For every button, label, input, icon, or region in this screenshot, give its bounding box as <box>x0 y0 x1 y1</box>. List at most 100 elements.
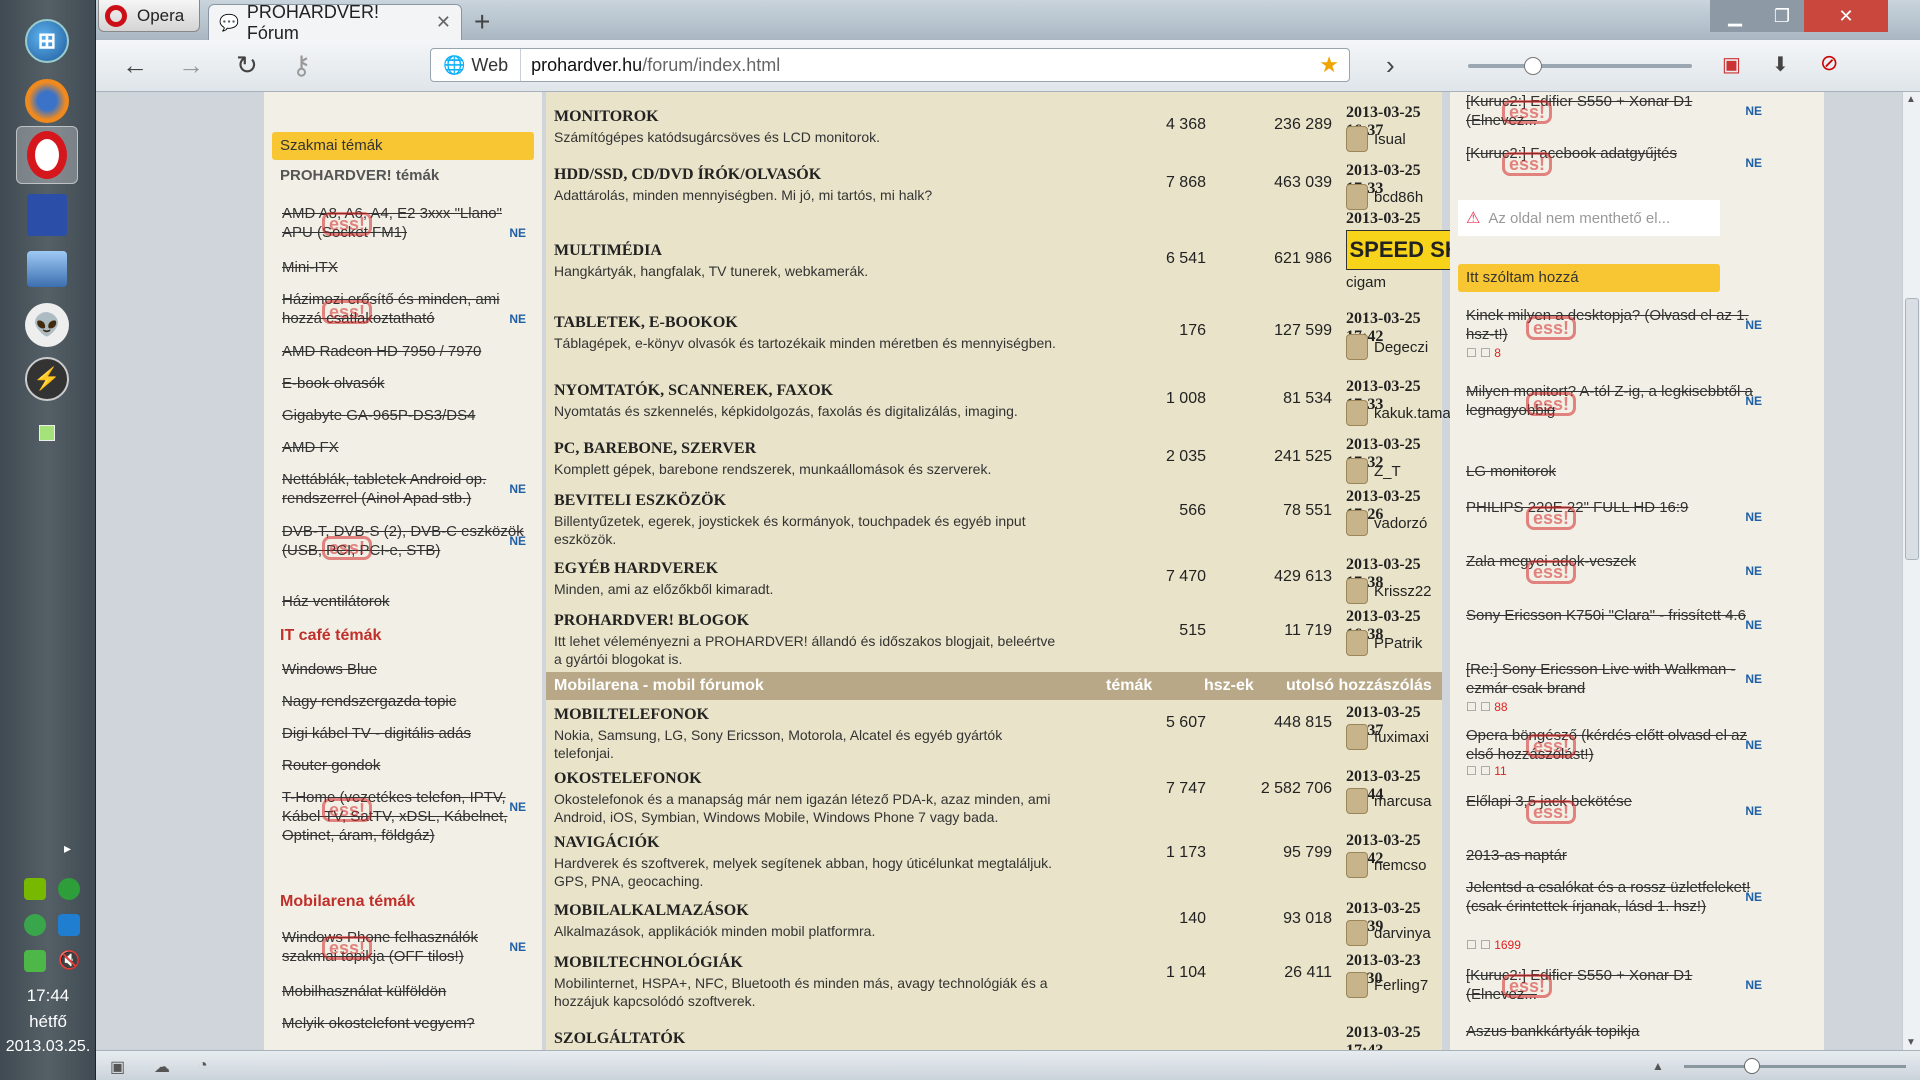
taskbar-firefox[interactable] <box>16 72 78 130</box>
commented-topic[interactable]: 2013-as naptár <box>1466 846 1762 865</box>
commented-topic[interactable]: [Kuruc2:] Edifier S550 + Xonar D1 (Elnev… <box>1466 966 1762 1004</box>
itt-szoltam-header[interactable]: Itt szóltam hozzá <box>1458 264 1720 292</box>
tab-prohardver[interactable]: 💬 PROHARDVER! Fórum ✕ <box>208 2 462 43</box>
forum-title[interactable]: PC, BAREBONE, SZERVER <box>554 440 756 458</box>
sidebar-topic[interactable]: Nagy rendszergazda topic <box>282 692 526 711</box>
tray-expand-icon[interactable]: ▸ <box>64 840 71 857</box>
close-tab-icon[interactable]: ✕ <box>436 12 451 33</box>
taskbar-winamp[interactable]: ⚡ <box>16 350 78 408</box>
forum-title[interactable]: MOBILALKALMAZÁSOK <box>554 902 749 920</box>
commented-topic[interactable]: Aszus bankkártyák topikja <box>1466 1022 1762 1041</box>
minimize-button[interactable]: ▁ <box>1710 0 1760 32</box>
commented-topic[interactable]: Milyen monitort? A-tól Z-ig, a legkisebb… <box>1466 382 1762 420</box>
sidebar-topic[interactable]: Router gondok <box>282 756 526 775</box>
statusbar-zoom-knob[interactable] <box>1744 1058 1760 1074</box>
sidebar-topic[interactable]: Melyik okostelefont vegyem? <box>282 1014 526 1033</box>
sidebar-topic[interactable]: Mobilhasználat külföldön <box>282 982 526 1001</box>
sidebar-topic[interactable]: Mini-ITX <box>282 258 526 277</box>
last-post-user[interactable]: Degeczi <box>1346 334 1428 360</box>
commented-topic[interactable]: LG monitorok <box>1466 462 1762 481</box>
speaker-muted-icon[interactable]: 🔇 <box>58 950 80 972</box>
new-tab-button[interactable]: + <box>474 6 490 38</box>
scroll-up-arrow-icon[interactable]: ▲ <box>1906 94 1916 105</box>
start-button[interactable]: ⊞ <box>16 12 78 70</box>
last-post-user[interactable]: Krissz22 <box>1346 578 1432 604</box>
last-post-user[interactable]: vadorzó <box>1346 510 1427 536</box>
forum-title[interactable]: TABLETEK, E-BOOKOK <box>554 314 738 332</box>
taskbar-floppy[interactable] <box>16 186 78 244</box>
sidebar-topic[interactable]: E-book olvasók <box>282 374 526 393</box>
sidebar-topic[interactable]: Windows Blue <box>282 660 526 679</box>
last-post-user[interactable]: marcusa <box>1346 788 1432 814</box>
taskbar-opera[interactable] <box>16 126 78 184</box>
szakmai-temak-header[interactable]: Szakmai témák <box>272 132 534 160</box>
zoom-slider[interactable] <box>1468 57 1692 75</box>
forum-title[interactable]: SZOLGÁLTATÓK <box>554 1030 685 1048</box>
sidebar-topic[interactable]: Windows Phone felhasználók szakmai topik… <box>282 928 526 966</box>
download-icon[interactable]: ⬇ <box>1772 52 1789 77</box>
address-bar[interactable]: 🌐 Web prohardver.hu/forum/index.html ★ <box>430 48 1350 82</box>
save-page-notice[interactable]: ⚠ Az oldal nem menthető el... <box>1458 200 1720 236</box>
forum-title[interactable]: OKOSTELEFONOK <box>554 770 702 788</box>
panel-toggle-icon[interactable]: ▣ <box>110 1057 125 1077</box>
subscribed-topic[interactable]: [Kuruc2:] Edifier S550 + Xonar D1 (Elnev… <box>1466 92 1762 130</box>
forum-title[interactable]: MULTIMÉDIA <box>554 242 662 260</box>
scrollbar-thumb[interactable] <box>1905 298 1919 560</box>
forum-title[interactable]: MOBILTECHNOLÓGIÁK <box>554 954 743 972</box>
forum-title[interactable]: NAVIGÁCIÓK <box>554 834 660 852</box>
forum-title[interactable]: HDD/SSD, CD/DVD ÍRÓK/OLVASÓK <box>554 166 821 184</box>
vertical-scrollbar[interactable]: ▲ ▼ <box>1902 92 1920 1050</box>
subscribed-topic[interactable]: [Kuruc2:] Facebook adatgyűjtés NE ess! <box>1466 144 1762 176</box>
forum-title[interactable]: NYOMTATÓK, SCANNEREK, FAXOK <box>554 382 833 400</box>
taskbar-keyboard[interactable] <box>16 240 78 298</box>
key-icon[interactable]: ⚷ <box>292 50 311 81</box>
commented-topic[interactable]: Zala megyei adok-veszek NE ess! <box>1466 552 1762 584</box>
last-post-user[interactable]: bcd86h <box>1346 184 1423 210</box>
nvidia-icon[interactable] <box>24 878 46 900</box>
last-post-user[interactable]: Ferling7 <box>1346 972 1428 998</box>
forward-arrow-icon[interactable]: → <box>178 50 204 81</box>
forum-title[interactable]: BEVITELI ESZKÖZÖK <box>554 492 726 510</box>
prohardver-temak-header[interactable]: PROHARDVER! témák <box>272 162 534 190</box>
bookmark-star-icon[interactable]: ★ <box>1319 52 1339 78</box>
commented-topic[interactable]: Kinek milyen a desktopja? (Olvasd el az … <box>1466 306 1762 344</box>
taskbar-alien[interactable]: 👽 <box>16 296 78 354</box>
opera-menu-button[interactable]: Opera <box>98 0 200 32</box>
maximize-button[interactable]: ❐ <box>1760 0 1804 32</box>
speed-dial-gauge-icon[interactable]: ◔ <box>198 1057 208 1075</box>
url-text[interactable]: prohardver.hu/forum/index.html <box>521 55 780 76</box>
scroll-down-arrow-icon[interactable]: ▼ <box>1906 1037 1916 1048</box>
last-post-user[interactable]: cigam <box>1346 274 1386 291</box>
last-post-user[interactable]: nemcso <box>1346 852 1427 878</box>
forum-title[interactable]: PROHARDVER! BLOGOK <box>554 612 749 630</box>
mobilarena-temak-header[interactable]: Mobilarena témák <box>272 888 534 916</box>
monitor-tray-icon[interactable] <box>58 914 80 936</box>
sidebar-topic[interactable]: DVB-T, DVB-S (2), DVB-C eszközök (USB, P… <box>282 522 526 560</box>
last-post-user[interactable]: Z_T <box>1346 458 1401 484</box>
commented-topic[interactable]: Előlapi 3,5 jack bekötése NE ess! <box>1466 792 1762 824</box>
last-post-user[interactable]: kakuk.tamas <box>1346 400 1458 426</box>
sidebar-topic[interactable]: AMD FX <box>282 438 526 457</box>
commented-topic[interactable]: Sony Ericsson K750i "Clara" - frissített… <box>1466 606 1762 632</box>
commented-topic[interactable]: [Re:] Sony Ericsson Live with Walkman - … <box>1466 660 1762 698</box>
forum-title[interactable]: MONITOROK <box>554 108 659 126</box>
commented-topic[interactable]: Jelentsd a csalókat és a rossz üzletfele… <box>1466 878 1762 916</box>
search-engine-selector[interactable]: 🌐 Web <box>431 49 522 81</box>
opera-unite-cloud-icon[interactable]: ☁ <box>154 1057 170 1077</box>
chevron-up-icon[interactable]: ▲ <box>1652 1059 1664 1073</box>
sidebar-topic[interactable]: Digi kábel TV - digitális adás <box>282 724 526 743</box>
extension-icon[interactable]: ▣ <box>1722 52 1741 77</box>
network-globe-icon[interactable] <box>58 878 80 900</box>
zoom-slider-knob[interactable] <box>1524 57 1542 75</box>
sidebar-topic[interactable]: Nettáblák, tabletek Android op. rendszer… <box>282 470 526 508</box>
commented-topic[interactable]: PHILIPS 220E 22" FULL HD 16:9 NE ess! <box>1466 498 1762 530</box>
reload-icon[interactable]: ↻ <box>236 50 258 81</box>
group-title[interactable]: Mobilarena - mobil fórumok <box>554 677 764 695</box>
sidebar-topic[interactable]: Házimozi erősítő és minden, ami hozzá cs… <box>282 290 526 328</box>
itcafe-temak-header[interactable]: IT café témák <box>272 622 534 650</box>
forum-title[interactable]: EGYÉB HARDVEREK <box>554 560 718 578</box>
back-arrow-icon[interactable]: ← <box>122 50 148 81</box>
sidebar-topic[interactable]: Ház ventilátorok <box>282 592 526 611</box>
sidebar-topic[interactable]: AMD A8, A6, A4, E2 3xxx "Llano" APU (Soc… <box>282 204 526 242</box>
commented-topic[interactable]: Opera böngésző (kérdés előtt olvasd el a… <box>1466 726 1762 764</box>
